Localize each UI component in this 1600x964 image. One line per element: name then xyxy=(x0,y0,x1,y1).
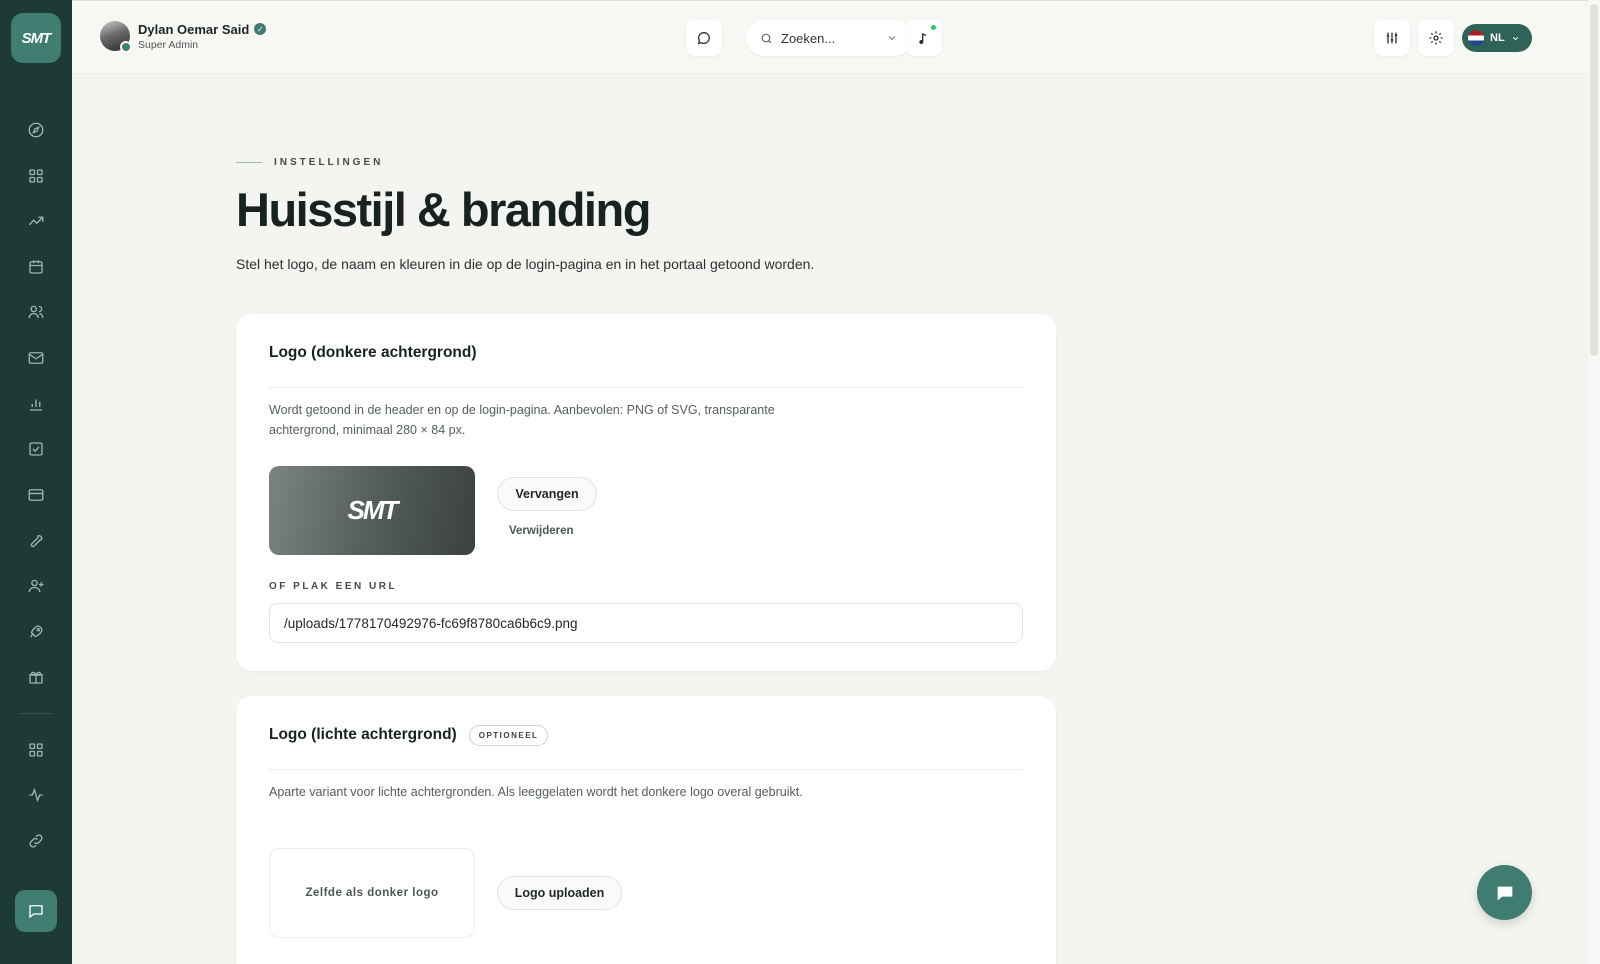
gift-icon xyxy=(29,671,43,684)
scrollbar-thumb[interactable] xyxy=(1590,4,1598,356)
logo-light-card: Logo (lichte achtergrond) OPTIONEEL Apar… xyxy=(236,696,1056,964)
sidebar-item-calendar[interactable] xyxy=(16,247,56,287)
sidebar-item-links[interactable] xyxy=(16,821,56,861)
eyebrow-text: INSTELLINGEN xyxy=(274,157,384,168)
sidebar-divider xyxy=(20,712,52,714)
chat-button[interactable] xyxy=(686,20,722,56)
sliders-icon xyxy=(1386,32,1398,44)
sidebar-item-users[interactable] xyxy=(16,292,56,332)
url-label: OF PLAK EEN URL xyxy=(269,581,398,592)
language-code: NL xyxy=(1490,32,1505,44)
apps-icon xyxy=(29,743,43,757)
sidebar-item-apps[interactable] xyxy=(16,730,56,770)
user-plus-icon xyxy=(28,579,44,593)
sidebar-item-tools[interactable] xyxy=(16,520,56,560)
sidebar-item-rewards[interactable] xyxy=(16,657,56,697)
grid-icon xyxy=(29,168,43,183)
logo-placeholder: Zelfde als donker logo xyxy=(269,848,475,938)
bar-chart-icon xyxy=(30,399,42,411)
mail-icon xyxy=(28,352,44,364)
trending-icon xyxy=(28,216,44,226)
user-name: Dylan Oemar Said xyxy=(138,21,250,37)
chevron-down-icon xyxy=(888,36,896,41)
logo-url-input[interactable] xyxy=(269,603,1023,643)
avatar xyxy=(100,21,132,53)
language-switcher[interactable]: NL xyxy=(1462,24,1532,52)
message-icon xyxy=(29,905,43,919)
card-description: Aparte variant voor lichte achtergronden… xyxy=(269,785,803,799)
sidebar-item-tasks[interactable] xyxy=(16,429,56,469)
logo-dark-card: Logo (donkere achtergrond) Wordt getoond… xyxy=(236,314,1056,671)
settings-button[interactable] xyxy=(1418,20,1454,56)
compass-icon xyxy=(28,122,44,138)
user-profile[interactable]: Dylan Oemar Said ✓ Super Admin xyxy=(100,21,267,53)
card-header: Logo (lichte achtergrond) OPTIONEEL xyxy=(269,725,1023,770)
page-title: Huisstijl & branding xyxy=(236,183,651,236)
filters-button[interactable] xyxy=(1374,20,1410,56)
sidebar: SMT xyxy=(0,0,72,964)
sidebar-item-launch[interactable] xyxy=(16,612,56,652)
upload-logo-button[interactable]: Logo uploaden xyxy=(497,876,622,910)
sidebar-item-trends[interactable] xyxy=(16,201,56,241)
sidebar-nav xyxy=(16,110,56,867)
flag-nl-icon xyxy=(1468,30,1484,46)
page-subtitle: Stel het logo, de naam en kleuren in die… xyxy=(236,256,815,272)
activity-icon xyxy=(29,788,43,803)
live-indicator xyxy=(931,25,936,30)
support-chat-button[interactable] xyxy=(1477,865,1532,920)
card-title: Logo (donkere achtergrond) xyxy=(269,344,477,361)
card-description: Wordt getoond in de header en op de logi… xyxy=(269,403,775,437)
message-icon xyxy=(1497,886,1512,900)
search-icon xyxy=(761,33,772,43)
card-header: Logo (donkere achtergrond) xyxy=(269,344,1023,388)
eyebrow-line xyxy=(236,162,262,163)
optional-badge: OPTIONEEL xyxy=(468,725,549,746)
calendar-icon xyxy=(29,260,43,274)
brand-logo[interactable]: SMT xyxy=(11,13,61,63)
sidebar-item-activity[interactable] xyxy=(16,775,56,815)
search-placeholder: Zoeken... xyxy=(781,30,836,46)
search-input[interactable]: Zoeken... xyxy=(746,20,912,56)
replace-button[interactable]: Vervangen xyxy=(497,477,597,511)
chevron-down-icon xyxy=(1512,36,1518,40)
user-name-row: Dylan Oemar Said ✓ xyxy=(138,21,267,37)
music-button[interactable] xyxy=(906,20,942,56)
check-square-icon xyxy=(29,442,43,456)
logo-preview: SMT xyxy=(269,466,475,555)
sidebar-item-mail[interactable] xyxy=(16,338,56,378)
chat-bubble-icon xyxy=(697,31,710,45)
users-icon xyxy=(28,306,44,319)
music-note-icon xyxy=(919,33,927,44)
sidebar-item-billing[interactable] xyxy=(16,475,56,515)
status-dot xyxy=(120,41,132,53)
credit-card-icon xyxy=(28,488,44,501)
card-title: Logo (lichte achtergrond) xyxy=(269,726,457,743)
verified-icon: ✓ xyxy=(254,23,267,35)
breadcrumb: INSTELLINGEN xyxy=(236,157,383,168)
link-icon xyxy=(29,834,43,848)
topbar: Dylan Oemar Said ✓ Super Admin Zoeken...… xyxy=(72,0,1600,74)
rocket-icon xyxy=(30,624,43,638)
remove-button[interactable]: Verwijderen xyxy=(509,525,574,537)
sidebar-chat-button[interactable] xyxy=(15,890,57,932)
user-role: Super Admin xyxy=(138,38,199,51)
sidebar-item-overview[interactable] xyxy=(16,156,56,196)
scrollbar[interactable] xyxy=(1588,0,1600,964)
sidebar-item-stats[interactable] xyxy=(16,384,56,424)
gear-icon xyxy=(1429,31,1443,45)
sidebar-item-invite[interactable] xyxy=(16,566,56,606)
sidebar-item-dashboard[interactable] xyxy=(16,110,56,150)
wrench-icon xyxy=(30,535,43,548)
